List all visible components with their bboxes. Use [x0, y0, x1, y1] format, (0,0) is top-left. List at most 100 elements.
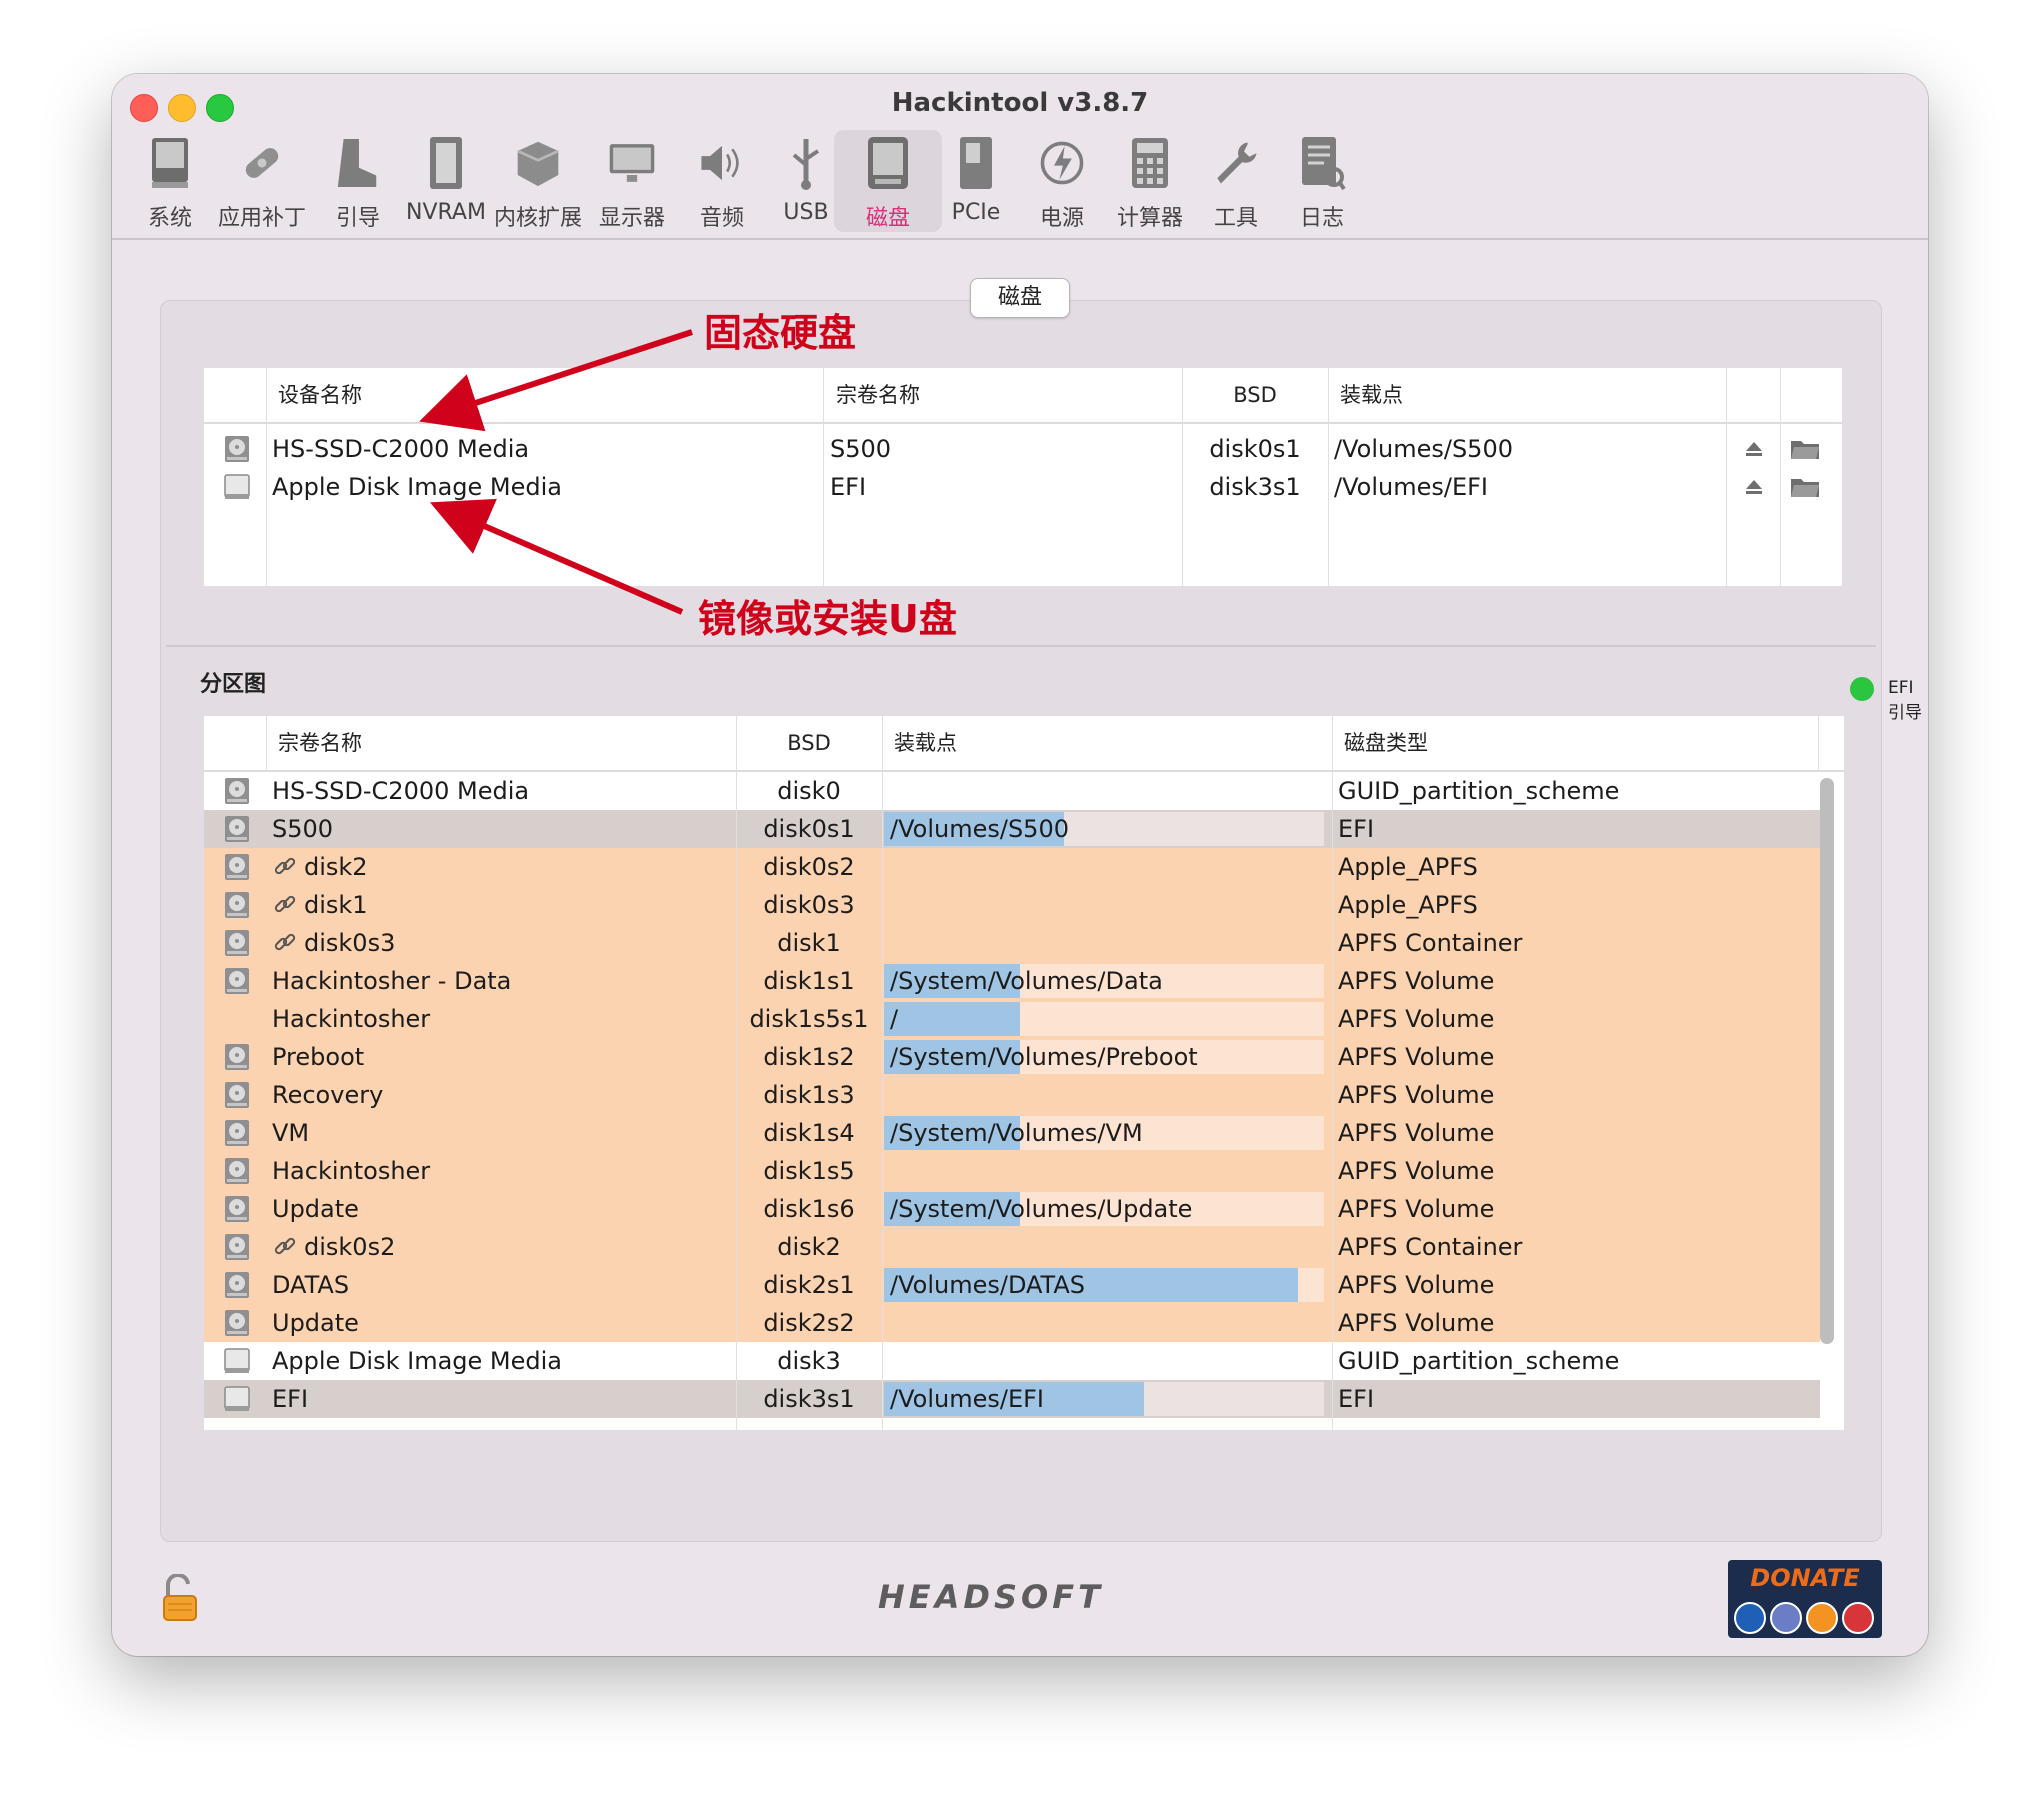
- boot-icon: [334, 134, 382, 192]
- partition-row[interactable]: S500 disk0s1/Volumes/S500 EFI: [204, 810, 1820, 848]
- disk-type: Apple_APFS: [1338, 853, 1478, 881]
- mount-point: [884, 1228, 1330, 1266]
- disk-type: EFI: [1338, 815, 1375, 843]
- bsd-name: disk0s1: [1209, 435, 1301, 463]
- partition-row[interactable]: HS-SSD-C2000 Media disk0 GUID_partition_sc…: [204, 772, 1820, 810]
- partition-row[interactable]: Preboot disk1s2/System/Volumes/Preboot APF…: [204, 1038, 1820, 1076]
- header-device-name[interactable]: 设备名称: [266, 368, 806, 422]
- monitor-icon: [608, 134, 656, 192]
- partition-row[interactable]: Hackintosher disk1s5s1 / APFS Volume: [204, 1000, 1820, 1038]
- volume-name: Hackintosher - Data: [272, 967, 512, 995]
- partition-map-title: 分区图: [200, 672, 267, 697]
- volume-cell: Hackintosher: [266, 1152, 736, 1190]
- disk-image-icon: [222, 1384, 252, 1414]
- partition-row[interactable]: Update disk1s6/System/Volumes/Update APFS …: [204, 1190, 1820, 1228]
- disk-image-icon: [222, 1346, 252, 1376]
- header-volume-name[interactable]: 宗卷名称: [824, 368, 1164, 422]
- open-folder-icon[interactable]: [1790, 476, 1820, 502]
- internal-disk-icon: [222, 1232, 252, 1262]
- partition-row[interactable]: EFI disk3s1/Volumes/EFI EFI: [204, 1380, 1820, 1418]
- usb-icon: [782, 134, 830, 192]
- device-row[interactable]: HS-SSD-C2000 Media S500 disk0s1/Volumes/S5…: [204, 430, 1842, 468]
- open-folder-icon[interactable]: [1790, 438, 1820, 464]
- volume-name: Hackintosher: [272, 1005, 431, 1033]
- toolbar-item-label: 日志: [1299, 206, 1344, 231]
- link-icon: [272, 852, 298, 878]
- volume-name: disk0s3: [304, 929, 396, 957]
- internal-disk-icon: [222, 1042, 252, 1072]
- bsd-name: disk0s3: [763, 891, 855, 919]
- ethereum-icon: [1770, 1602, 1802, 1634]
- paypal-icon: [1734, 1602, 1766, 1634]
- bsd-name: disk1s1: [763, 967, 855, 995]
- disk-type: APFS Volume: [1338, 1157, 1495, 1185]
- internal-disk-icon: [222, 966, 252, 996]
- volume-name: S500: [830, 435, 892, 463]
- disk-type: APFS Container: [1338, 929, 1523, 957]
- volume-cell: HS-SSD-C2000 Media: [266, 772, 736, 810]
- volume-cell: EFI: [266, 1380, 736, 1418]
- devices-table: 设备名称 宗卷名称 BSD 装载点 HS-SSD-C2000 Media S500…: [204, 368, 1842, 586]
- toolbar-item-1[interactable]: 应用补丁: [208, 130, 316, 232]
- divider: [166, 645, 1876, 647]
- volume-cell: Update: [266, 1304, 736, 1342]
- partition-row[interactable]: Update disk2s2 APFS Volume: [204, 1304, 1820, 1342]
- volume-name: Apple Disk Image Media: [272, 1347, 563, 1375]
- eject-icon[interactable]: [1744, 440, 1764, 462]
- mount-point: [884, 1342, 1330, 1380]
- toolbar-item-4[interactable]: 内核扩展: [484, 130, 592, 232]
- segment-disk[interactable]: 磁盘: [970, 278, 1070, 318]
- headsoft-logo: HEADSOFT: [878, 1578, 1104, 1616]
- partition-row[interactable]: DATAS disk2s1/Volumes/DATAS APFS Volume: [204, 1266, 1820, 1304]
- header-volume-name[interactable]: 宗卷名称: [266, 716, 736, 770]
- volume-cell: Hackintosher - Data: [266, 962, 736, 1000]
- partition-row[interactable]: disk1 disk0s3 Apple_APFS: [204, 886, 1820, 924]
- partition-row[interactable]: Hackintosher - Data disk1s1/System/Volume…: [204, 962, 1820, 1000]
- bitcoin-icon: [1806, 1602, 1838, 1634]
- devices-table-header: 设备名称 宗卷名称 BSD 装载点: [204, 368, 1842, 424]
- donate-button[interactable]: DONATE: [1728, 1560, 1882, 1638]
- partition-row[interactable]: Apple Disk Image Media disk3 GUID_partitio…: [204, 1342, 1820, 1380]
- partition-scrollbar[interactable]: [1820, 778, 1834, 1344]
- partition-row[interactable]: Hackintosher disk1s5 APFS Volume: [204, 1152, 1820, 1190]
- mount-point: [884, 848, 1330, 886]
- header-disk-type[interactable]: 磁盘类型: [1332, 716, 1732, 770]
- partition-row[interactable]: Recovery disk1s3 APFS Volume: [204, 1076, 1820, 1114]
- unlocked-lock-icon[interactable]: [158, 1574, 202, 1622]
- mount-point: /Volumes/S500: [1334, 435, 1513, 463]
- volume-cell: Recovery: [266, 1076, 736, 1114]
- header-bsd[interactable]: BSD: [736, 716, 882, 770]
- volume-cell: VM: [266, 1114, 736, 1152]
- link-icon: [272, 928, 298, 954]
- internal-disk-icon: [222, 1308, 252, 1338]
- header-mount-point[interactable]: 装载点: [1328, 368, 1728, 422]
- toolbar-item-13[interactable]: 日志: [1268, 130, 1376, 232]
- mount-point: /System/Volumes/Update: [890, 1195, 1193, 1223]
- eject-icon[interactable]: [1744, 478, 1764, 500]
- partition-table: 宗卷名称 BSD 装载点 磁盘类型 HS-SSD-C2000 Media disk…: [204, 716, 1844, 1430]
- annotation-ssd: 固态硬盘: [704, 311, 857, 355]
- volume-name: Hackintosher: [272, 1157, 431, 1185]
- device-name: Apple Disk Image Media: [272, 473, 563, 501]
- bsd-name: disk1s6: [763, 1195, 855, 1223]
- partition-row[interactable]: disk0s3 disk1 APFS Container: [204, 924, 1820, 962]
- bsd-name: disk2s2: [763, 1309, 855, 1337]
- volume-cell: disk0s3: [266, 924, 736, 962]
- bsd-name: disk3s1: [1209, 473, 1301, 501]
- header-mount-point[interactable]: 装载点: [882, 716, 1332, 770]
- disk-type: GUID_partition_scheme: [1338, 1347, 1620, 1375]
- partition-row[interactable]: disk0s2 disk2 APFS Container: [204, 1228, 1820, 1266]
- disk-type: APFS Container: [1338, 1233, 1523, 1261]
- bsd-name: disk1: [777, 929, 841, 957]
- speaker-icon: [698, 134, 746, 192]
- partition-row[interactable]: VM disk1s4/System/Volumes/VM APFS Volume: [204, 1114, 1820, 1152]
- mount-point: [884, 772, 1330, 810]
- header-bsd[interactable]: BSD: [1182, 368, 1328, 422]
- mount-point: [884, 1304, 1330, 1342]
- mount-point: [884, 1076, 1330, 1114]
- partition-row[interactable]: disk2 disk0s2 Apple_APFS: [204, 848, 1820, 886]
- mount-point: /Volumes/EFI: [890, 1385, 1044, 1413]
- bsd-name: disk2s1: [763, 1271, 855, 1299]
- window-title: Hackintool v3.8.7: [891, 88, 1149, 118]
- device-row[interactable]: Apple Disk Image Media EFI disk3s1/Volumes…: [204, 468, 1842, 506]
